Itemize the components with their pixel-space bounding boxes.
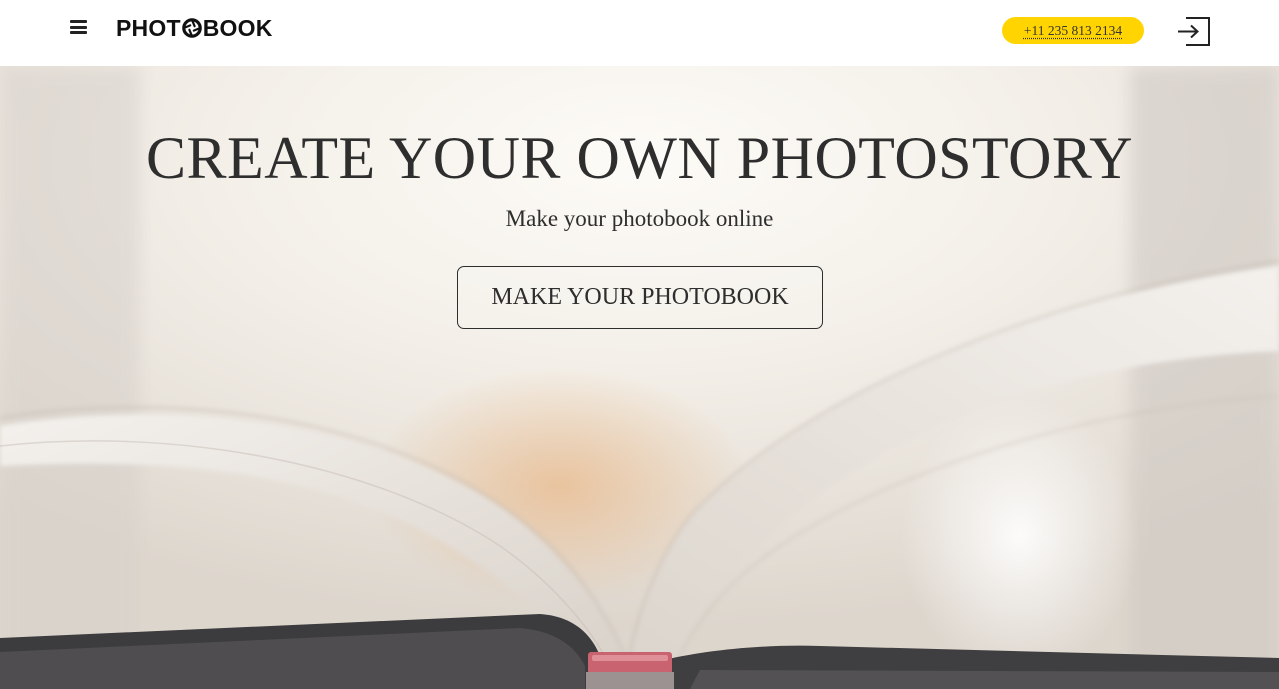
aperture-icon bbox=[181, 18, 202, 38]
hero-section: CREATE YOUR OWN PHOTOSTORY Make your pho… bbox=[0, 66, 1279, 689]
site-header: PHOT BOOK +11 235 813 2134 bbox=[0, 0, 1279, 66]
hamburger-bar bbox=[70, 31, 87, 34]
logo-text-start: PHOT bbox=[116, 14, 181, 41]
hero-title: CREATE YOUR OWN PHOTOSTORY bbox=[146, 125, 1133, 191]
logo[interactable]: PHOT BOOK bbox=[116, 13, 273, 43]
sign-in-icon[interactable] bbox=[1176, 16, 1212, 47]
hero-subtitle: Make your photobook online bbox=[505, 206, 774, 231]
hamburger-bar bbox=[70, 25, 87, 29]
logo-text-end: BOOK bbox=[202, 14, 273, 41]
make-photobook-button[interactable]: MAKE YOUR PHOTOBOOK bbox=[457, 266, 823, 329]
phone-link[interactable]: +11 235 813 2134 bbox=[1002, 17, 1144, 44]
hamburger-bar bbox=[70, 20, 87, 23]
hamburger-menu-icon[interactable] bbox=[70, 20, 87, 34]
